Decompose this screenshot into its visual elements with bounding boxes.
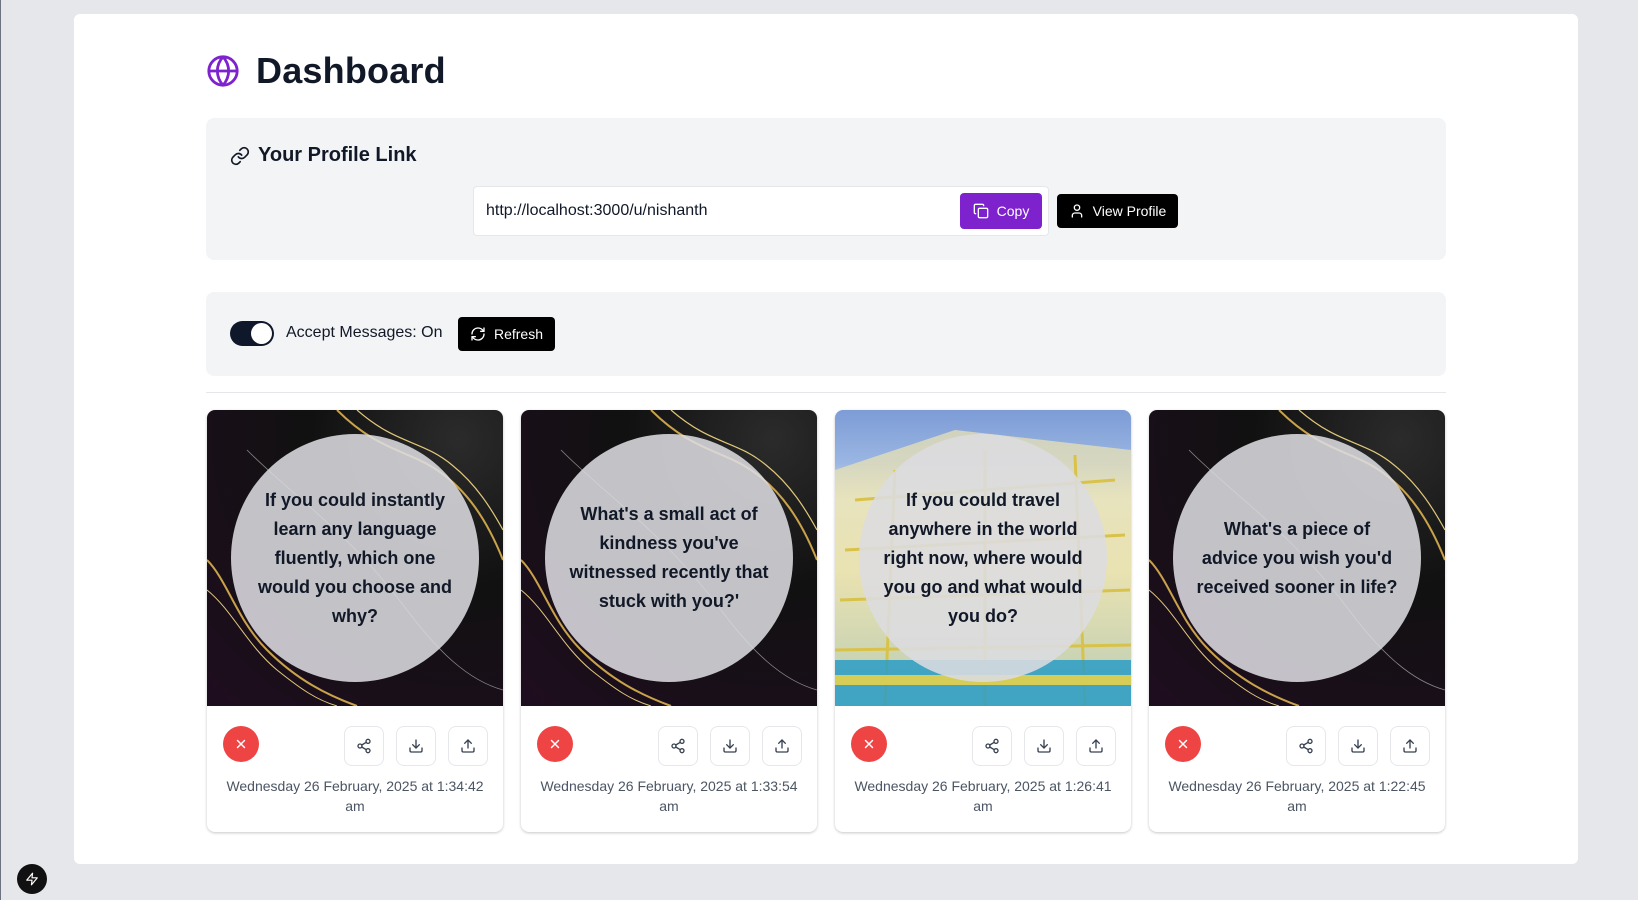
view-profile-button[interactable]: View Profile xyxy=(1057,194,1178,228)
profile-link-field: Copy xyxy=(473,186,1049,236)
share-icon xyxy=(985,738,999,754)
card-actions xyxy=(207,726,503,766)
close-icon xyxy=(1178,739,1188,749)
question-text: What's a small act of kindness you've wi… xyxy=(569,504,769,611)
download-icon xyxy=(723,739,737,753)
refresh-button[interactable]: Refresh xyxy=(458,317,555,351)
export-button[interactable] xyxy=(1076,726,1116,766)
lightning-icon xyxy=(26,872,38,886)
upload-icon xyxy=(461,739,475,753)
card-date: Wednesday 26 February, 2025 at 1:33:54 a… xyxy=(540,778,798,814)
question-text: What's a piece of advice you wish you'd … xyxy=(1196,518,1398,597)
close-icon xyxy=(864,739,874,749)
delete-button[interactable] xyxy=(1165,726,1201,762)
download-button[interactable] xyxy=(1024,726,1064,766)
download-button[interactable] xyxy=(396,726,436,766)
copy-button-label: Copy xyxy=(996,203,1030,219)
card-image: If you could travel anywhere in the worl… xyxy=(835,410,1131,706)
window-edge xyxy=(0,0,1,900)
card-image: What's a piece of advice you wish you'd … xyxy=(1149,410,1445,706)
message-card: If you could travel anywhere in the worl… xyxy=(835,410,1131,832)
export-button[interactable] xyxy=(448,726,488,766)
card-image: If you could instantly learn any languag… xyxy=(207,410,503,706)
download-icon xyxy=(409,739,423,753)
refresh-icon xyxy=(471,327,485,341)
delete-button[interactable] xyxy=(223,726,259,762)
question-text: If you could travel anywhere in the worl… xyxy=(883,489,1083,626)
question-bubble: What's a small act of kindness you've wi… xyxy=(545,434,793,682)
card-date: Wednesday 26 February, 2025 at 1:22:45 a… xyxy=(1168,778,1426,814)
share-button[interactable] xyxy=(972,726,1012,766)
section-divider xyxy=(206,392,1446,393)
share-icon xyxy=(1299,738,1313,754)
page-title: Dashboard xyxy=(256,50,446,91)
close-icon xyxy=(550,739,560,749)
card-image: What's a small act of kindness you've wi… xyxy=(521,410,817,706)
profile-link-panel: Your Profile Link Copy View Profile xyxy=(206,118,1446,260)
message-cards: If you could instantly learn any languag… xyxy=(207,410,1447,832)
globe-icon xyxy=(207,55,239,87)
card-date: Wednesday 26 February, 2025 at 1:34:42 a… xyxy=(226,778,484,814)
dashboard-page: Dashboard Your Profile Link Copy xyxy=(74,14,1578,864)
download-icon xyxy=(1351,739,1365,753)
export-button[interactable] xyxy=(762,726,802,766)
card-date: Wednesday 26 February, 2025 at 1:26:41 a… xyxy=(854,778,1112,814)
download-button[interactable] xyxy=(710,726,750,766)
close-icon xyxy=(236,739,246,749)
message-card: What's a piece of advice you wish you'd … xyxy=(1149,410,1445,832)
share-icon xyxy=(357,738,371,754)
message-card: What's a small act of kindness you've wi… xyxy=(521,410,817,832)
share-icon xyxy=(671,738,685,754)
toggle-knob xyxy=(251,323,272,344)
upload-icon xyxy=(1089,739,1103,753)
copy-icon xyxy=(973,203,988,219)
share-button[interactable] xyxy=(658,726,698,766)
download-button[interactable] xyxy=(1338,726,1378,766)
accept-messages-panel: Accept Messages: On Refresh xyxy=(206,292,1446,376)
dev-tools-badge[interactable] xyxy=(17,864,47,894)
download-icon xyxy=(1037,739,1051,753)
view-profile-label: View Profile xyxy=(1092,203,1167,219)
accept-messages-label: Accept Messages: On xyxy=(286,324,443,341)
profile-link-input[interactable] xyxy=(486,202,946,220)
question-bubble: If you could instantly learn any languag… xyxy=(231,434,479,682)
delete-button[interactable] xyxy=(851,726,887,762)
upload-icon xyxy=(1403,739,1417,753)
question-bubble: If you could travel anywhere in the worl… xyxy=(859,434,1107,682)
page-header: Dashboard xyxy=(206,46,446,96)
card-actions xyxy=(1149,726,1445,766)
share-button[interactable] xyxy=(1286,726,1326,766)
card-actions xyxy=(835,726,1131,766)
accept-messages-toggle[interactable] xyxy=(230,321,274,346)
copy-button[interactable]: Copy xyxy=(960,193,1042,229)
delete-button[interactable] xyxy=(537,726,573,762)
export-button[interactable] xyxy=(1390,726,1430,766)
question-text: If you could instantly learn any languag… xyxy=(257,489,452,626)
message-card: If you could instantly learn any languag… xyxy=(207,410,503,832)
profile-link-heading: Your Profile Link xyxy=(230,144,417,167)
user-icon xyxy=(1071,204,1082,218)
link-icon xyxy=(230,146,250,165)
refresh-button-label: Refresh xyxy=(493,326,544,342)
question-bubble: What's a piece of advice you wish you'd … xyxy=(1173,434,1421,682)
card-actions xyxy=(521,726,817,766)
upload-icon xyxy=(775,739,789,753)
profile-link-title: Your Profile Link xyxy=(258,144,417,166)
share-button[interactable] xyxy=(344,726,384,766)
